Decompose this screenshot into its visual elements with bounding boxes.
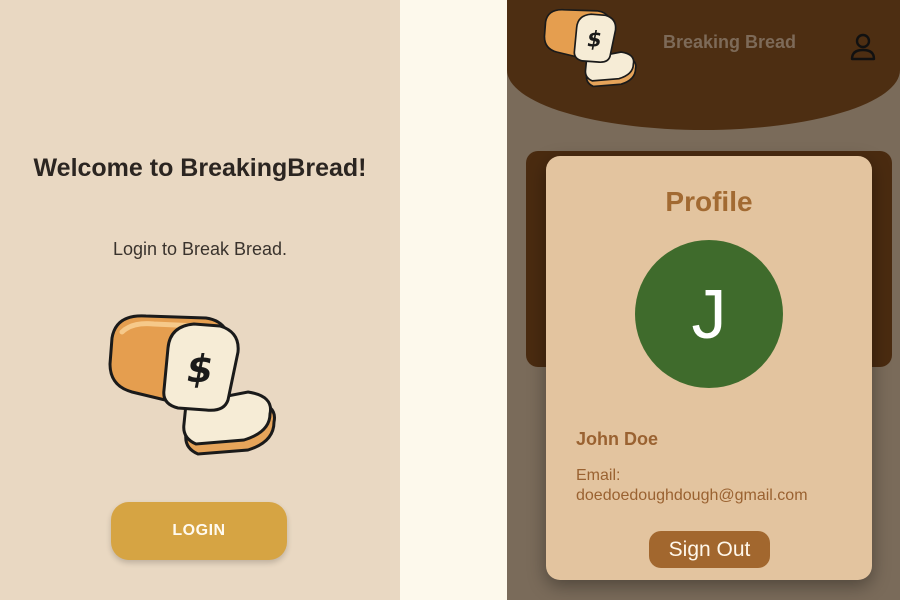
bread-loaf-dollar-icon[interactable]: $	[540, 5, 640, 89]
email-value: doedoedoughdough@gmail.com	[576, 487, 808, 504]
profile-title: Profile	[665, 186, 753, 217]
email-label: Email:	[576, 467, 621, 484]
svg-text:$: $	[187, 347, 213, 391]
app-name: Breaking Bread	[663, 32, 797, 52]
login-button[interactable]: LOGIN	[111, 502, 287, 560]
login-subtitle: Login to Break Bread.	[112, 239, 288, 259]
user-profile-icon[interactable]	[848, 32, 878, 62]
welcome-title: Welcome to BreakingBread!	[33, 154, 367, 182]
profile-modal: Profile J John Doe Email: doedoedoughdou…	[546, 156, 872, 580]
login-screen: Welcome to BreakingBread! Login to Break…	[0, 0, 400, 600]
bread-loaf-dollar-icon: $	[108, 314, 276, 456]
svg-text:$: $	[587, 26, 602, 51]
avatar: J	[635, 240, 783, 388]
user-name: John Doe	[576, 429, 659, 449]
sign-out-button[interactable]: Sign Out	[649, 531, 770, 568]
avatar-initial: J	[691, 275, 727, 353]
profile-screen: $ Breaking Bread Profile J John Doe Emai…	[507, 0, 900, 600]
